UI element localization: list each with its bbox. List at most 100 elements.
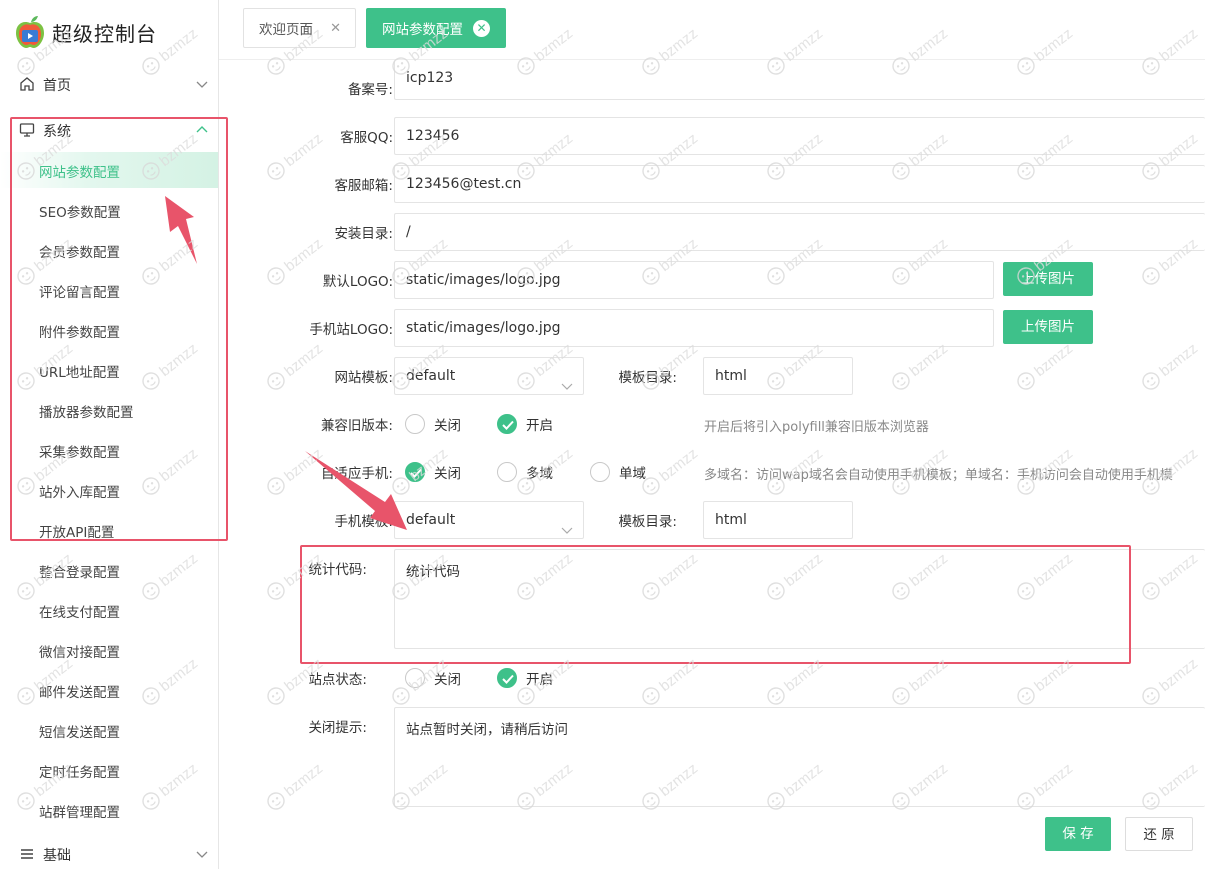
radio-label: 关闭: [434, 672, 461, 688]
sidebar-item-url-config[interactable]: URL地址配置: [0, 352, 218, 388]
stats-value: 统计代码: [406, 564, 460, 580]
sidebar-item-label: 开放API配置: [39, 525, 115, 541]
sidebar-item-payment-config[interactable]: 在线支付配置: [0, 592, 218, 628]
stats-label: 统计代码:: [308, 562, 367, 578]
install-dir-input[interactable]: /: [394, 213, 1205, 251]
settings-form: 备案号: icp123 客服QQ: 123456 客服邮箱: 123456@te…: [237, 60, 1205, 869]
email-label: 客服邮箱:: [334, 178, 393, 194]
sidebar-item-comment-config[interactable]: 评论留言配置: [0, 272, 218, 308]
stats-textarea[interactable]: 统计代码: [394, 549, 1205, 649]
sidebar-item-label: 邮件发送配置: [39, 685, 120, 701]
save-button[interactable]: 保 存: [1045, 817, 1111, 851]
tab-label: 网站参数配置: [382, 22, 463, 38]
sidebar-item-label: SEO参数配置: [39, 205, 121, 221]
check-icon: [497, 414, 517, 434]
icp-input[interactable]: icp123: [394, 60, 1205, 100]
sidebar-item-label: 短信发送配置: [39, 725, 120, 741]
sidebar-item-collect-config[interactable]: 采集参数配置: [0, 432, 218, 468]
template-dir-input[interactable]: html: [703, 357, 853, 395]
install-dir-value: /: [406, 224, 411, 240]
radio-label: 开启: [526, 672, 553, 688]
sidebar-group-label: 基础: [43, 848, 71, 864]
upload-logo-button[interactable]: 上传图片: [1003, 262, 1093, 296]
sidebar-group-label: 首页: [43, 78, 71, 94]
brand[interactable]: 超级控制台: [14, 14, 157, 50]
close-tip-textarea[interactable]: 站点暂时关闭，请稍后访问: [394, 707, 1205, 807]
sidebar-item-cron-config[interactable]: 定时任务配置: [0, 752, 218, 788]
brand-title: 超级控制台: [52, 21, 157, 46]
monitor-icon: [19, 122, 35, 138]
close-icon[interactable]: ✕: [330, 21, 341, 36]
mobile-adapt-label: 自适应手机:: [320, 466, 393, 482]
sidebar-item-api-config[interactable]: 开放API配置: [0, 512, 218, 548]
qq-input[interactable]: 123456: [394, 117, 1205, 155]
mobile-template-label: 手机模板:: [334, 514, 393, 530]
chevron-down-icon: [195, 77, 209, 91]
radio-label: 关闭: [434, 418, 461, 434]
mobile-adapt-radio-off[interactable]: 关闭: [405, 462, 461, 482]
tab-welcome[interactable]: 欢迎页面 ✕: [243, 8, 356, 48]
compat-radio-off[interactable]: 关闭: [405, 414, 461, 434]
chevron-down-icon: [561, 514, 573, 534]
app-window: 超级控制台 首页 系统 网站参数配置 SEO参数配置 会员参数配置 评论留言配置…: [0, 0, 1205, 869]
tab-site-config[interactable]: 网站参数配置 ✕: [366, 8, 506, 48]
sidebar-item-login-config[interactable]: 整合登录配置: [0, 552, 218, 588]
upload-mobile-logo-button[interactable]: 上传图片: [1003, 310, 1093, 344]
sidebar-group-basic[interactable]: 基础: [0, 836, 218, 869]
status-radio-off[interactable]: 关闭: [405, 668, 461, 688]
status-radio-on[interactable]: 开启: [497, 668, 553, 688]
chevron-down-icon: [195, 847, 209, 861]
check-icon: [405, 462, 425, 482]
sidebar-group-home[interactable]: 首页: [0, 66, 218, 102]
compat-hint: 开启后将引入polyfill兼容旧版本浏览器: [704, 420, 929, 435]
apple-logo-icon: [14, 15, 46, 49]
sidebar-item-station-config[interactable]: 站群管理配置: [0, 792, 218, 828]
sidebar-item-label: 播放器参数配置: [39, 405, 134, 421]
install-dir-label: 安装目录:: [334, 226, 393, 242]
sidebar-item-site-config[interactable]: 网站参数配置: [0, 152, 218, 188]
compat-radio-on[interactable]: 开启: [497, 414, 553, 434]
sidebar: 超级控制台 首页 系统 网站参数配置 SEO参数配置 会员参数配置 评论留言配置…: [0, 0, 219, 869]
template-select[interactable]: default: [394, 357, 584, 395]
sidebar-item-sms-config[interactable]: 短信发送配置: [0, 712, 218, 748]
mobile-adapt-hint-clip: 多域名：访问wap域名会自动使用手机模板；单域名：手机访问会自动使用手机模: [704, 462, 1205, 482]
home-icon: [19, 76, 35, 92]
mobile-template-dir-label: 模板目录:: [618, 514, 677, 530]
logo-label: 默认LOGO:: [322, 274, 393, 290]
radio-circle: [405, 668, 425, 688]
close-tip-value: 站点暂时关闭，请稍后访问: [406, 722, 568, 738]
list-icon: [19, 846, 35, 862]
sidebar-item-wechat-config[interactable]: 微信对接配置: [0, 632, 218, 668]
sidebar-item-attachment-config[interactable]: 附件参数配置: [0, 312, 218, 348]
icp-label: 备案号:: [347, 82, 393, 98]
mobile-template-select[interactable]: default: [394, 501, 584, 539]
sidebar-item-import-config[interactable]: 站外入库配置: [0, 472, 218, 508]
mobile-logo-value: static/images/logo.jpg: [406, 320, 561, 336]
mobile-logo-input[interactable]: static/images/logo.jpg: [394, 309, 994, 347]
sidebar-item-mail-config[interactable]: 邮件发送配置: [0, 672, 218, 708]
tab-label: 欢迎页面: [259, 22, 313, 38]
logo-input[interactable]: static/images/logo.jpg: [394, 261, 994, 299]
mobile-template-dir-input[interactable]: html: [703, 501, 853, 539]
close-circle-icon[interactable]: ✕: [473, 20, 490, 37]
radio-circle: [590, 462, 610, 482]
tab-bar: 欢迎页面 ✕ 网站参数配置 ✕: [219, 0, 1205, 60]
sidebar-item-label: 采集参数配置: [39, 445, 120, 461]
status-label: 站点状态:: [308, 672, 367, 688]
sidebar-item-player-config[interactable]: 播放器参数配置: [0, 392, 218, 428]
radio-label: 关闭: [434, 466, 461, 482]
qq-label: 客服QQ:: [340, 130, 393, 146]
email-input[interactable]: 123456@test.cn: [394, 165, 1205, 203]
chevron-up-icon: [195, 123, 209, 137]
reset-button[interactable]: 还 原: [1125, 817, 1193, 851]
sidebar-item-member-config[interactable]: 会员参数配置: [0, 232, 218, 268]
mobile-adapt-radio-single[interactable]: 单域: [590, 462, 646, 482]
mobile-template-dir-value: html: [715, 512, 747, 528]
sidebar-item-label: 网站参数配置: [39, 165, 120, 181]
sidebar-group-system[interactable]: 系统: [0, 112, 218, 148]
sidebar-item-label: URL地址配置: [39, 365, 120, 381]
sidebar-item-seo-config[interactable]: SEO参数配置: [0, 192, 218, 228]
mobile-adapt-radio-multi[interactable]: 多域: [497, 462, 553, 482]
sidebar-item-label: 附件参数配置: [39, 325, 120, 341]
sidebar-item-label: 站群管理配置: [39, 805, 120, 821]
